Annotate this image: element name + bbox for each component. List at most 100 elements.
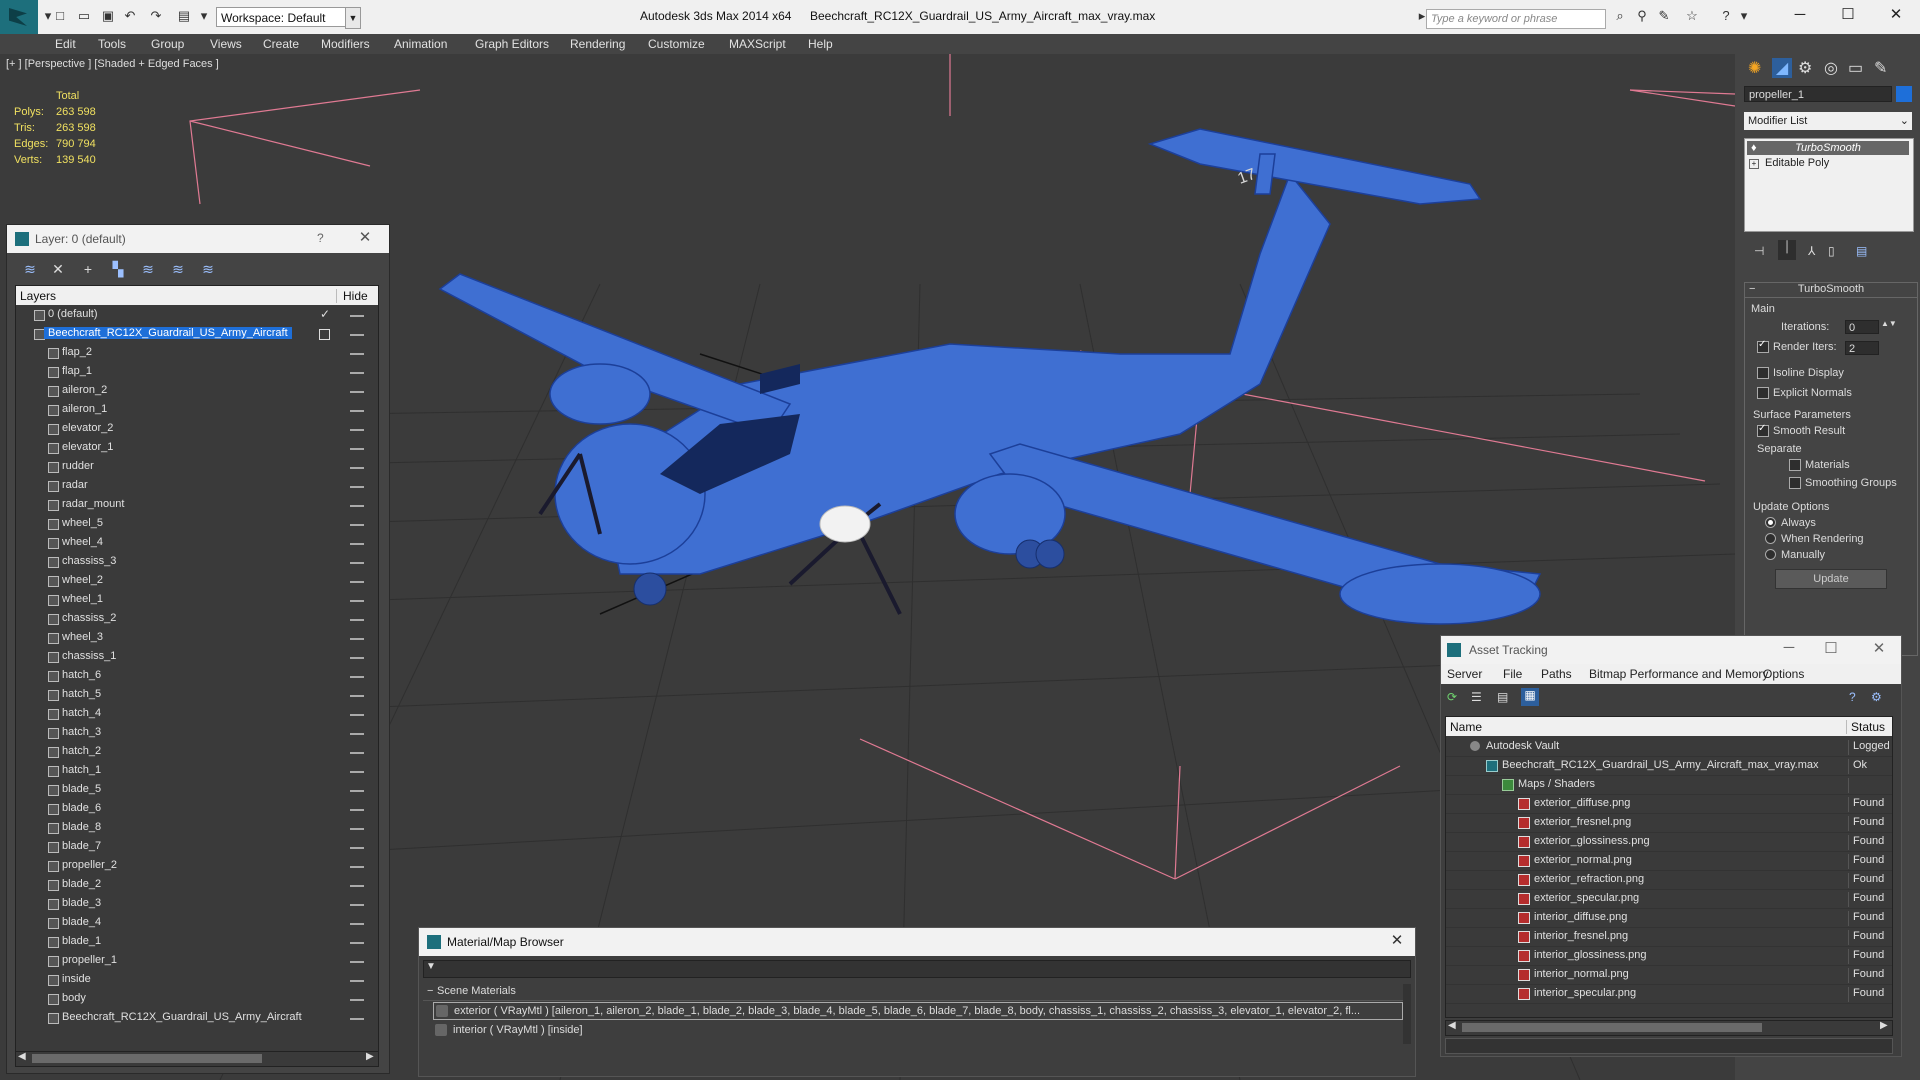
asset-settings-icon[interactable]: ⚙	[1871, 690, 1882, 704]
expand-icon[interactable]: +	[1749, 159, 1759, 169]
collapse-icon[interactable]: −	[1749, 283, 1755, 295]
display-tab-icon[interactable]: ▭	[1848, 58, 1863, 78]
hide-toggle[interactable]	[350, 391, 364, 393]
hide-toggle[interactable]	[350, 771, 364, 773]
isoline-checkbox[interactable]	[1757, 367, 1769, 379]
undo-icon[interactable]: ↶	[122, 8, 138, 24]
modify-tab-icon[interactable]: ◢	[1772, 58, 1792, 78]
hide-toggle[interactable]	[350, 752, 364, 754]
layer-row[interactable]: blade_2	[16, 876, 378, 895]
asset-row[interactable]: interior_specular.png Found	[1446, 984, 1892, 1004]
material-item-interior[interactable]: interior ( VRayMtl ) [inside]	[433, 1022, 1401, 1038]
asset-row[interactable]: exterior_refraction.png Found	[1446, 870, 1892, 890]
hide-all-icon[interactable]: ≋	[170, 261, 186, 277]
hide-toggle[interactable]	[350, 847, 364, 849]
freeze-all-icon[interactable]: ≋	[200, 261, 216, 277]
minimize-icon[interactable]: ─	[1780, 4, 1820, 26]
hide-toggle[interactable]	[350, 1018, 364, 1020]
hide-toggle[interactable]	[350, 904, 364, 906]
scroll-thumb[interactable]	[32, 1054, 262, 1063]
asset-row[interactable]: interior_fresnel.png Found	[1446, 927, 1892, 947]
hide-toggle[interactable]	[350, 676, 364, 678]
modifier-list-arrow-icon[interactable]: ⌄	[1900, 112, 1909, 130]
project-folder-icon[interactable]: ▤	[176, 8, 192, 24]
hide-toggle[interactable]	[350, 714, 364, 716]
hide-toggle[interactable]	[350, 885, 364, 887]
scroll-thumb[interactable]	[1462, 1023, 1762, 1032]
asset-row[interactable]: exterior_specular.png Found	[1446, 889, 1892, 909]
hide-toggle[interactable]	[350, 961, 364, 963]
asset-menu-paths[interactable]: Paths	[1541, 667, 1572, 681]
menu-edit[interactable]: Edit	[55, 37, 76, 51]
layer-row[interactable]: chassiss_3	[16, 553, 378, 572]
collapse-icon[interactable]: −	[427, 985, 433, 997]
layer-panel-close-icon[interactable]: ✕	[355, 228, 375, 246]
layer-row[interactable]: flap_1	[16, 363, 378, 382]
set-current-layer-box[interactable]	[319, 329, 330, 340]
asset-row[interactable]: exterior_fresnel.png Found	[1446, 813, 1892, 833]
hierarchy-tab-icon[interactable]: ⚙	[1798, 58, 1812, 78]
hide-toggle[interactable]	[350, 923, 364, 925]
details-view-icon[interactable]: ▤	[1497, 690, 1508, 704]
hide-toggle[interactable]	[350, 619, 364, 621]
update-button[interactable]: Update	[1775, 569, 1887, 589]
save-icon[interactable]: ▣	[100, 8, 116, 24]
layer-row[interactable]: elevator_1	[16, 439, 378, 458]
hide-toggle[interactable]	[350, 942, 364, 944]
layer-row[interactable]: propeller_1	[16, 952, 378, 971]
asset-menu-file[interactable]: File	[1503, 667, 1522, 681]
menu-customize[interactable]: Customize	[648, 37, 705, 51]
modifier-stack[interactable]: ♦ TurboSmooth + Editable Poly	[1744, 138, 1914, 232]
scroll-left-icon[interactable]: ◀	[1448, 1020, 1456, 1031]
new-layer-icon[interactable]: ≋	[22, 261, 38, 277]
asset-menu-bitmap[interactable]: Bitmap Performance and Memory	[1589, 667, 1768, 681]
hide-toggle[interactable]	[350, 809, 364, 811]
scroll-right-icon[interactable]: ▶	[366, 1051, 374, 1062]
close-icon[interactable]: ✕	[1876, 4, 1916, 26]
menu-tools[interactable]: Tools	[98, 37, 126, 51]
scene-materials-group[interactable]: − Scene Materials	[423, 984, 1409, 1001]
hide-toggle[interactable]	[350, 429, 364, 431]
col-hide[interactable]: Hide	[336, 289, 368, 303]
maximize-icon[interactable]: ☐	[1828, 4, 1868, 26]
layer-row[interactable]: rudder	[16, 458, 378, 477]
asset-close-icon[interactable]: ✕	[1869, 639, 1889, 657]
hide-toggle[interactable]	[350, 581, 364, 583]
workspace-dropdown-arrow-icon[interactable]: ▼	[345, 7, 361, 29]
lightbulb-icon[interactable]: ♦	[1751, 141, 1757, 155]
material-vscrollbar[interactable]	[1403, 984, 1411, 1044]
asset-row[interactable]: exterior_diffuse.png Found	[1446, 794, 1892, 814]
layer-row[interactable]: 0 (default) ✓	[16, 306, 378, 325]
hide-toggle[interactable]	[350, 790, 364, 792]
highlight-layer-icon[interactable]: ≋	[140, 261, 156, 277]
layer-panel-help-icon[interactable]: ?	[317, 231, 324, 245]
asset-row[interactable]: interior_glossiness.png Found	[1446, 946, 1892, 966]
asset-row[interactable]: Beechcraft_RC12X_Guardrail_US_Army_Aircr…	[1446, 756, 1892, 776]
hide-toggle[interactable]	[350, 505, 364, 507]
new-file-icon[interactable]: □	[52, 8, 68, 24]
utilities-tab-icon[interactable]: ✎	[1874, 58, 1887, 78]
layer-row[interactable]: blade_8	[16, 819, 378, 838]
create-tab-icon[interactable]: ✺	[1748, 58, 1761, 78]
search-options-icon[interactable]: ▼	[426, 961, 436, 972]
asset-row[interactable]: interior_diffuse.png Found	[1446, 908, 1892, 928]
configure-sets-icon[interactable]: ▤	[1856, 244, 1867, 258]
materials-checkbox[interactable]	[1789, 459, 1801, 471]
menu-modifiers[interactable]: Modifiers	[321, 37, 370, 51]
hide-toggle[interactable]	[350, 999, 364, 1001]
object-name-field[interactable]: propeller_1	[1744, 86, 1892, 102]
layer-row[interactable]: hatch_2	[16, 743, 378, 762]
hide-toggle[interactable]	[350, 353, 364, 355]
menu-group[interactable]: Group	[151, 37, 184, 51]
smoothing-groups-checkbox[interactable]	[1789, 477, 1801, 489]
asset-row[interactable]: exterior_glossiness.png Found	[1446, 832, 1892, 852]
hide-toggle[interactable]	[350, 638, 364, 640]
asset-maximize-icon[interactable]: ☐	[1821, 639, 1841, 657]
communication-icon[interactable]: ✎	[1656, 8, 1672, 24]
layer-row[interactable]: aileron_1	[16, 401, 378, 420]
help-icon[interactable]: ?	[1718, 8, 1734, 24]
hide-toggle[interactable]	[350, 543, 364, 545]
layer-row[interactable]: radar_mount	[16, 496, 378, 515]
menu-graph-editors[interactable]: Graph Editors	[475, 37, 549, 51]
asset-row[interactable]: interior_normal.png Found	[1446, 965, 1892, 985]
